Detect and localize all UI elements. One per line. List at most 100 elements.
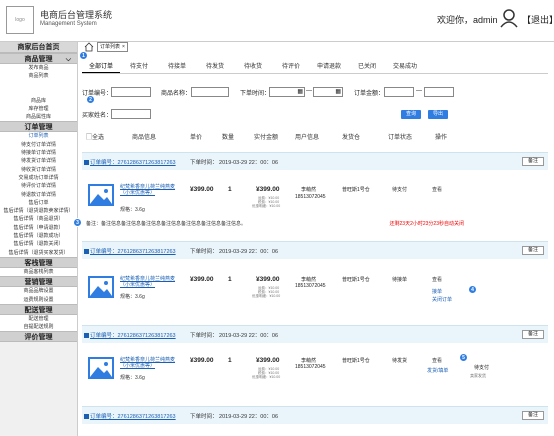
tab-to-ship[interactable]: 待发货 (196, 62, 234, 73)
sidebar-item[interactable]: 待评价订单详情 (0, 182, 77, 191)
note-button[interactable]: 备注 (522, 411, 544, 420)
order-checkbox[interactable] (84, 160, 89, 166)
logout-button[interactable]: 【退出】 (522, 13, 554, 26)
sidebar-item[interactable]: 商品品牌设置 (0, 287, 77, 296)
tab-all[interactable]: 全部订单 (82, 62, 120, 73)
filter-label: 商品名称： (161, 91, 192, 97)
sidebar-section-orders[interactable]: 订单管理 (0, 121, 77, 133)
sidebar-item[interactable]: 运费规则设置 (0, 295, 77, 304)
tab-success[interactable]: 交易成功 (386, 62, 424, 73)
sidebar-item[interactable]: 商品库 (0, 96, 77, 105)
amount-max-input[interactable] (424, 87, 454, 97)
order-number-text: 订单编号：2761286371263817263 (90, 414, 176, 420)
sidebar-section-delivery[interactable]: 配送管理 (0, 303, 77, 315)
sidebar-item[interactable]: 售后订单 (0, 198, 77, 208)
sidebar-item[interactable]: 待收货订单详情 (0, 165, 77, 174)
start-date-input[interactable]: ▦ (269, 87, 305, 97)
order-checkbox[interactable] (84, 249, 89, 255)
sidebar-spacer (0, 88, 77, 97)
view-link[interactable]: 查看 (432, 357, 442, 364)
view-link[interactable]: 查看 (432, 276, 442, 283)
sidebar-item[interactable]: 售后详情（退款成功） (0, 232, 77, 241)
col-header: 用户信息 (295, 134, 320, 141)
order-no-input[interactable] (111, 87, 151, 97)
search-button[interactable]: 查询 (401, 110, 421, 119)
order-number[interactable]: 订单编号：276128637126381726​3 (84, 158, 176, 166)
order-number[interactable]: 订单编号：2761286371263817263 (84, 412, 176, 420)
sidebar-item[interactable]: 售后详情（商品退货） (0, 215, 77, 224)
export-button[interactable]: 导出 (428, 110, 448, 119)
sidebar-item[interactable]: 自提配送规则 (0, 323, 77, 332)
tab-unpaid[interactable]: 待支付 (120, 62, 158, 73)
sidebar-home[interactable]: 商家后台首页 (0, 42, 77, 53)
sidebar-section-marketing[interactable]: 营销管理 (0, 276, 77, 288)
breadcrumb-tab[interactable]: 订单列表 × (97, 42, 128, 52)
select-all-checkbox[interactable]: ▢全选 (86, 132, 104, 141)
sidebar-item[interactable]: 库存管理 (0, 104, 77, 114)
sidebar-section-goods[interactable]: 商品管理 ⌵ (0, 53, 77, 64)
sidebar-item[interactable]: 发布商品 (0, 64, 77, 73)
tab-to-accept[interactable]: 待接单 (158, 62, 196, 73)
tab-to-receive[interactable]: 待收货 (234, 62, 272, 73)
sidebar-item[interactable]: 待退款订单详情 (0, 190, 77, 199)
close-order-link[interactable]: 关闭订单 (432, 296, 452, 303)
app-header: logo 电商后台管理系统 Management System 欢迎你，admi… (0, 0, 554, 42)
note-button[interactable]: 备注 (522, 157, 544, 166)
filter-label: 下单时间： (240, 91, 271, 97)
unit-price: ¥399.00 (190, 357, 214, 364)
quantity: 1 (228, 186, 232, 193)
warehouse: 普旺斯1号仓 (342, 277, 370, 283)
buyer-name-input[interactable] (111, 109, 151, 119)
end-date-input[interactable]: ▦ (313, 87, 343, 97)
product-name[interactable]: 纪梵希香奈儿荷兰纯燕麦（小米优惠等） (120, 184, 178, 196)
sidebar-item[interactable]: 售后详情（申请退款） (0, 223, 77, 233)
accept-order-link[interactable]: 接单 (432, 288, 442, 295)
col-header: 单价 (190, 134, 203, 141)
order-checkbox[interactable] (84, 414, 89, 420)
sidebar-item[interactable]: 订单列表 (0, 132, 77, 141)
sidebar-item[interactable]: 交易成功订单详情 (0, 173, 77, 183)
order-status-tabs: 全部订单 待支付 待接单 待发货 待收货 待评价 申请退款 已关闭 交易成功 (82, 62, 548, 74)
sidebar-item[interactable]: 待支付订单详情 (0, 140, 77, 150)
tab-to-review[interactable]: 待评价 (272, 62, 310, 73)
fee-detail: 优惠明细：¥10.00 (252, 204, 281, 208)
view-link[interactable]: 查看 (432, 186, 442, 193)
close-icon[interactable]: × (122, 43, 125, 51)
order-number[interactable]: 订单编号：2761286371263817263 (84, 247, 176, 255)
sidebar-item[interactable]: 售后详情（退款关闭） (0, 240, 77, 249)
user-phone: 18513072045 (295, 283, 326, 289)
amount-min-input[interactable] (384, 87, 414, 97)
product-spec: 规格：3.6g (120, 375, 145, 381)
order-number[interactable]: 订单编号：2761286371263817263 (84, 331, 176, 339)
calendar-icon[interactable]: ▦ (297, 88, 303, 95)
sidebar-item[interactable]: 待接单订单详情 (0, 149, 77, 158)
sidebar-section-inn[interactable]: 客栈管理 (0, 256, 77, 268)
product-name-input[interactable] (191, 87, 229, 97)
product-image (88, 276, 114, 298)
product-name[interactable]: 纪梵希香奈儿荷兰纯燕麦（小米优惠等） (120, 357, 178, 369)
calendar-icon[interactable]: ▦ (335, 88, 341, 95)
user-icon[interactable] (500, 8, 518, 28)
order-remark: 备注：备注信息备注信息备注信息备注信息备注信息备注信息备注信息。 还剩23天2小… (82, 220, 548, 228)
note-button[interactable]: 备注 (522, 246, 544, 255)
warehouse: 普旺斯1号仓 (342, 187, 370, 193)
sidebar-item[interactable]: 商品属性库 (0, 113, 77, 122)
sidebar-item[interactable]: 配送管理 (0, 314, 77, 324)
product-name[interactable]: 纪梵希香奈儿荷兰纯燕麦（小米优惠等） (120, 276, 178, 288)
paid-amount: ¥399.00 (256, 357, 280, 364)
tab-closed[interactable]: 已关闭 (348, 62, 386, 73)
sidebar-item[interactable]: 商品客栈列表 (0, 267, 77, 277)
note-button[interactable]: 备注 (522, 330, 544, 339)
order-time: 下单时间： 2019-03-29 22：00：06 (190, 333, 279, 339)
sidebar-section-reviews[interactable]: 评价管理 (0, 331, 77, 343)
sidebar-item[interactable]: 待发货订单详情 (0, 157, 77, 166)
order-checkbox[interactable] (84, 333, 89, 339)
sidebar-item[interactable]: 售后详情（退货买家发货） (0, 248, 77, 257)
annotation-badge: 5 (459, 353, 468, 362)
ship-order-link[interactable]: 发货/填单 (427, 367, 448, 374)
sidebar-item[interactable]: 售后详情（退货退款卖家详情） (0, 207, 77, 216)
sidebar-item[interactable]: 商品列表 (0, 72, 77, 81)
col-header: 操作 (435, 134, 448, 141)
col-header: 发货仓 (342, 134, 361, 141)
tab-refund[interactable]: 申请退款 (310, 62, 348, 73)
